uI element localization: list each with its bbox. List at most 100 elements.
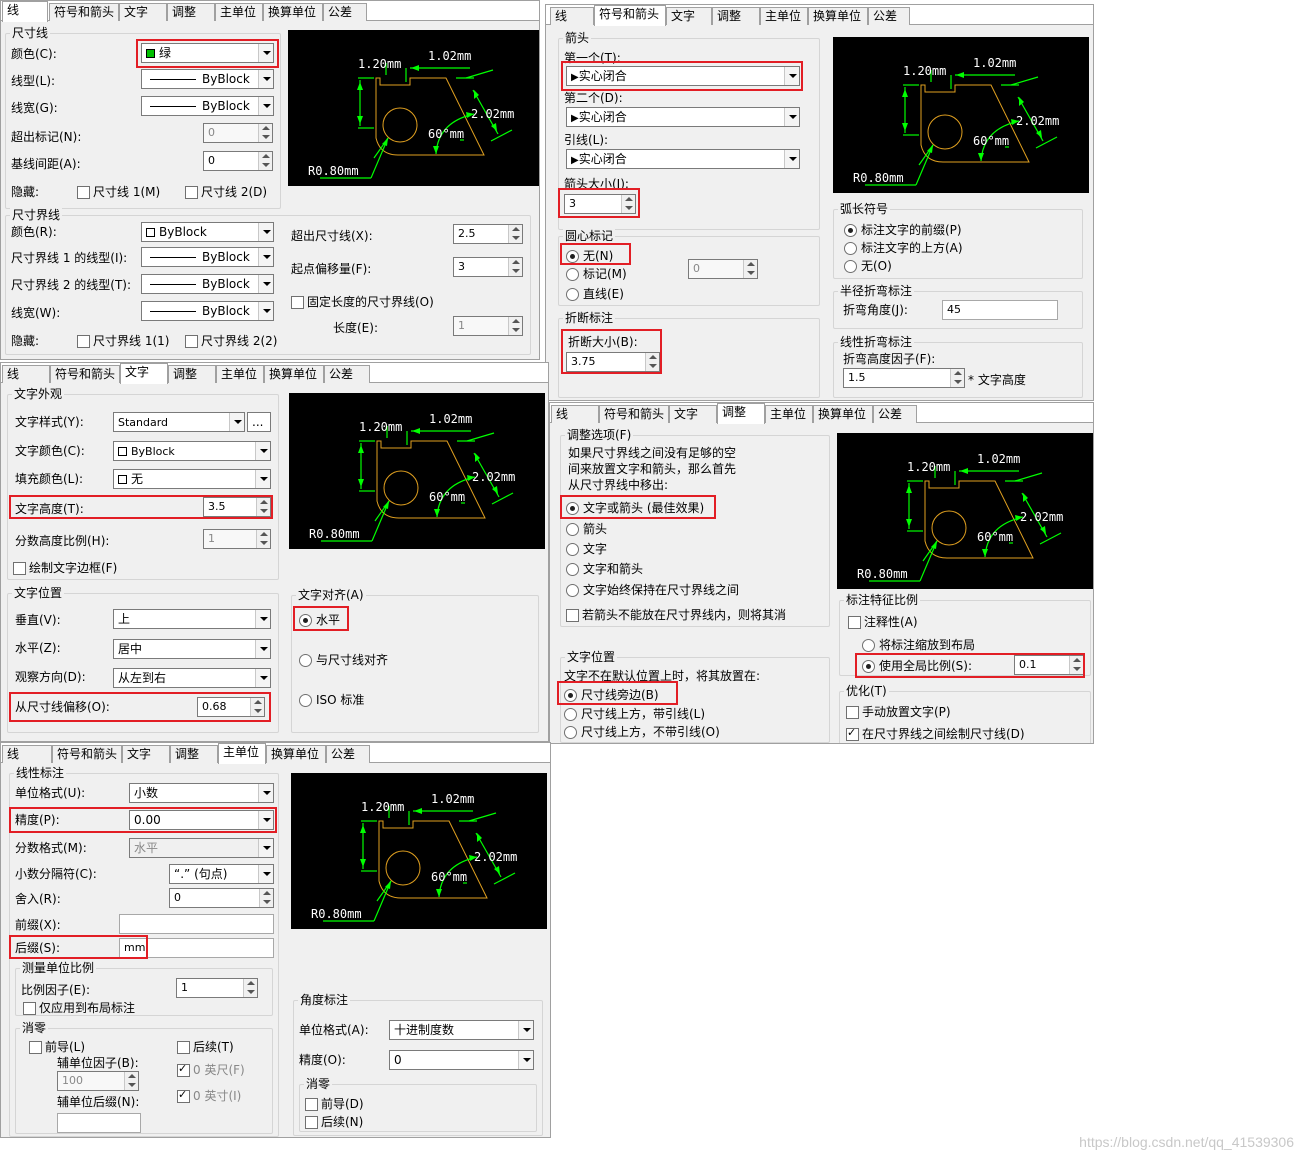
- tab-symbols-arrows[interactable]: 符号和箭头: [49, 3, 119, 21]
- tab-primary-units[interactable]: 主单位: [765, 405, 813, 423]
- origin-offset-spinner[interactable]: 3: [453, 257, 523, 277]
- jog-height-spinner[interactable]: 1.5: [843, 368, 965, 388]
- suppress-arrows-checkbox[interactable]: 若箭头不能放在尺寸界线内，则将其消: [566, 608, 786, 622]
- extend-beyond-spinner[interactable]: 2.5: [453, 224, 523, 244]
- tab-text[interactable]: 文字: [122, 745, 170, 763]
- tab-symbols-arrows[interactable]: 符号和箭头: [52, 745, 122, 763]
- arc-none-radio[interactable]: 无(O): [844, 259, 892, 273]
- manual-placement-checkbox[interactable]: 手动放置文字(P): [846, 705, 951, 719]
- draw-between-checkbox[interactable]: 在尺寸界线之间绘制尺寸线(D): [846, 726, 1025, 741]
- tab-symbols-arrows[interactable]: 符号和箭头: [50, 365, 120, 383]
- center-mark-radio[interactable]: 标记(M): [566, 267, 627, 281]
- align-iso-radio[interactable]: ISO 标准: [299, 693, 364, 707]
- annotative-checkbox[interactable]: 注释性(A): [848, 615, 918, 629]
- fixed-length-checkbox[interactable]: 固定长度的尺寸界线(O): [291, 295, 434, 309]
- tab-tolerances[interactable]: 公差: [323, 3, 367, 21]
- prefix-field[interactable]: [119, 914, 274, 934]
- vertical-select[interactable]: 上: [113, 609, 271, 629]
- suppress-ext2-checkbox[interactable]: 尺寸界线 2(2): [185, 334, 277, 348]
- unit-format-select[interactable]: 小数: [129, 783, 274, 803]
- tab-fit[interactable]: 调整: [167, 3, 215, 21]
- fraction-format-select[interactable]: 水平: [129, 838, 274, 858]
- fraction-height-spinner[interactable]: 1: [203, 529, 271, 549]
- tab-text[interactable]: 文字: [669, 405, 717, 423]
- tab-tolerances[interactable]: 公差: [326, 745, 370, 763]
- chevron-down-icon[interactable]: [518, 1021, 533, 1039]
- chevron-down-icon[interactable]: [784, 150, 799, 168]
- fill-color-select[interactable]: 无: [113, 469, 271, 489]
- tab-alternate-units[interactable]: 换算单位: [808, 7, 868, 25]
- tab-lines[interactable]: 线: [551, 405, 599, 423]
- angle-unit-select[interactable]: 十进制度数: [389, 1020, 534, 1040]
- chevron-down-icon[interactable]: [784, 108, 799, 126]
- sub-units-factor-spinner[interactable]: 100: [57, 1071, 139, 1091]
- tab-text[interactable]: 文字: [120, 363, 168, 384]
- chevron-down-icon[interactable]: [518, 1051, 533, 1069]
- tab-alternate-units[interactable]: 换算单位: [266, 745, 326, 763]
- tab-alternate-units[interactable]: 换算单位: [813, 405, 873, 423]
- tab-fit[interactable]: 调整: [168, 365, 216, 383]
- angle-precision-select[interactable]: 0: [389, 1050, 534, 1070]
- trailing-zero-checkbox[interactable]: 后续(T): [177, 1040, 234, 1054]
- tab-alternate-units[interactable]: 换算单位: [263, 3, 323, 21]
- tab-primary-units[interactable]: 主单位: [760, 7, 808, 25]
- angle-leading-checkbox[interactable]: 前导(D): [305, 1097, 364, 1111]
- tab-alternate-units[interactable]: 换算单位: [264, 365, 324, 383]
- decimal-separator-select[interactable]: “.” (句点): [169, 864, 274, 884]
- text-style-select[interactable]: Standard: [113, 412, 245, 432]
- linetype-select[interactable]: ByBlock: [141, 69, 274, 89]
- text-style-browse-button[interactable]: ...: [247, 412, 271, 432]
- chevron-down-icon[interactable]: [255, 610, 270, 628]
- suppress-ext1-checkbox[interactable]: 尺寸界线 1(1): [77, 334, 169, 348]
- chevron-down-icon[interactable]: [258, 302, 273, 320]
- tab-tolerances[interactable]: 公差: [868, 7, 910, 25]
- round-off-spinner[interactable]: 0: [169, 888, 274, 908]
- zero-inches-checkbox[interactable]: 0 英寸(I): [177, 1088, 241, 1103]
- tab-tolerances[interactable]: 公差: [873, 405, 917, 423]
- tab-primary-units[interactable]: 主单位: [216, 365, 264, 383]
- chevron-down-icon[interactable]: [229, 413, 244, 431]
- tab-fit[interactable]: 调整: [712, 7, 760, 25]
- chevron-down-icon[interactable]: [255, 640, 270, 658]
- lineweight-select[interactable]: ByBlock: [141, 96, 274, 116]
- scale-to-layout-radio[interactable]: 将标注缩放到布局: [862, 638, 975, 652]
- chevron-down-icon[interactable]: [258, 865, 273, 883]
- tab-symbols-arrows[interactable]: 符号和箭头: [594, 5, 666, 26]
- draw-frame-checkbox[interactable]: 绘制文字边框(F): [13, 561, 117, 575]
- chevron-down-icon[interactable]: [258, 97, 273, 115]
- suppress-dimline2-checkbox[interactable]: 尺寸线 2(D): [185, 185, 267, 199]
- tab-lines[interactable]: 线: [2, 745, 52, 763]
- fit-arrows-radio[interactable]: 箭头: [566, 522, 607, 536]
- place-over-leader-radio[interactable]: 尺寸线上方，带引线(L): [564, 707, 705, 721]
- chevron-down-icon[interactable]: [255, 669, 270, 687]
- place-over-noleader-radio[interactable]: 尺寸线上方，不带引线(O): [564, 725, 720, 739]
- fit-always-radio[interactable]: 文字始终保持在尺寸界线之间: [566, 583, 739, 597]
- center-size-spinner[interactable]: 0: [688, 259, 758, 279]
- baseline-spacing-spinner[interactable]: 0: [203, 151, 273, 171]
- arc-prefix-radio[interactable]: 标注文字的前缀(P): [844, 223, 962, 237]
- chevron-down-icon[interactable]: [258, 839, 273, 857]
- arc-above-radio[interactable]: 标注文字的上方(A): [844, 241, 963, 255]
- chevron-down-icon[interactable]: [258, 248, 273, 266]
- layout-only-checkbox[interactable]: 仅应用到布局标注: [23, 1001, 135, 1015]
- tab-fit[interactable]: 调整: [170, 745, 218, 763]
- tab-text[interactable]: 文字: [666, 7, 712, 25]
- ext-lineweight-select[interactable]: ByBlock: [141, 301, 274, 321]
- chevron-down-icon[interactable]: [255, 442, 270, 460]
- tab-primary-units[interactable]: 主单位: [215, 3, 263, 21]
- ext2-linetype-select[interactable]: ByBlock: [141, 274, 274, 294]
- scale-factor-spinner[interactable]: 1: [176, 978, 258, 998]
- tab-lines[interactable]: 线: [2, 365, 50, 383]
- extend-ticks-spinner[interactable]: 0: [203, 123, 273, 143]
- zero-feet-checkbox[interactable]: 0 英尺(F): [177, 1062, 245, 1077]
- tab-text[interactable]: 文字: [119, 3, 167, 21]
- view-direction-select[interactable]: 从左到右: [113, 668, 271, 688]
- tab-symbols-arrows[interactable]: 符号和箭头: [599, 405, 669, 423]
- chevron-down-icon[interactable]: [258, 275, 273, 293]
- leading-zero-checkbox[interactable]: 前导(L): [29, 1040, 85, 1054]
- horizontal-select[interactable]: 居中: [113, 639, 271, 659]
- jog-angle-field[interactable]: 45: [942, 300, 1058, 320]
- chevron-down-icon[interactable]: [258, 784, 273, 802]
- leader-arrow-select[interactable]: ▶实心闭合: [566, 149, 800, 169]
- chevron-down-icon[interactable]: [255, 470, 270, 488]
